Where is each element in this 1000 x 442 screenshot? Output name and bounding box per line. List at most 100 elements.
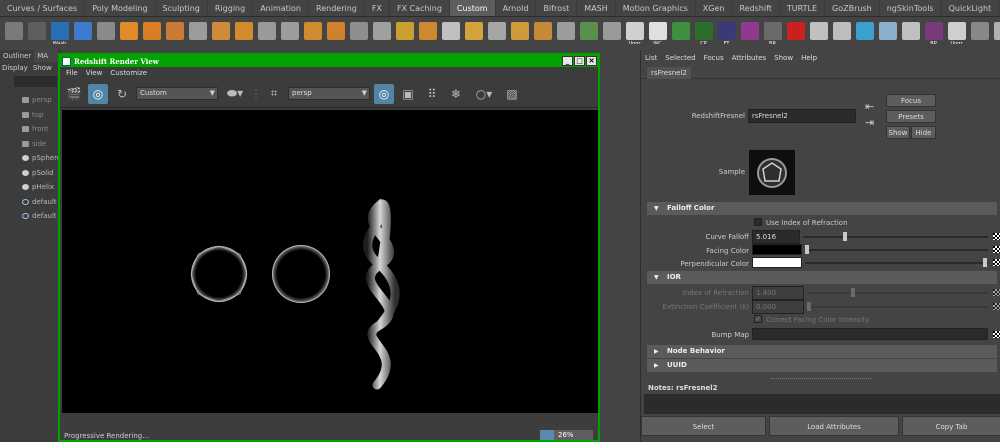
menu-customize[interactable]: Customize <box>110 67 147 80</box>
camera-icon[interactable]: ▣ <box>398 84 418 104</box>
map-button-icon[interactable] <box>993 259 1000 266</box>
uuid-section[interactable]: ▶ UUID <box>647 359 997 372</box>
camera-select[interactable]: persp ▼ <box>288 87 370 100</box>
curve-falloff-field[interactable]: 5.016 <box>752 230 800 244</box>
shelf-tab-curves-surfaces[interactable]: Curves / Surfaces <box>0 0 86 16</box>
presets-button[interactable]: Presets <box>886 110 936 123</box>
frames-icon[interactable] <box>602 21 621 40</box>
molecule-icon[interactable] <box>188 21 207 40</box>
ior-slider-knob[interactable] <box>851 288 856 297</box>
menu-file[interactable]: File <box>66 67 78 80</box>
menu-show[interactable]: Show <box>33 62 52 74</box>
shelf-tab-bifrost[interactable]: Bifrost <box>536 0 578 16</box>
map-button-icon[interactable] <box>993 331 1000 338</box>
checker-icon[interactable] <box>671 21 690 40</box>
ungroup-icon[interactable]: Ungr <box>625 21 644 44</box>
outliner-item[interactable]: top <box>0 108 59 123</box>
focus-button[interactable]: Focus <box>886 94 936 107</box>
polygon-icon[interactable] <box>257 21 276 40</box>
map-button-icon[interactable] <box>993 303 1000 310</box>
outliner-item[interactable]: side <box>0 137 59 152</box>
ipr-toggle-icon[interactable]: ◎ <box>374 83 394 104</box>
deformer-icon[interactable] <box>579 21 598 40</box>
joint-icon[interactable] <box>418 21 437 40</box>
menu-display[interactable]: Display <box>2 62 28 74</box>
red-cube-icon[interactable] <box>786 21 805 40</box>
list-icon[interactable] <box>993 21 1000 40</box>
falloff-color-section[interactable]: ▼ Falloff Color <box>647 202 997 215</box>
use-ior-checkbox[interactable] <box>754 218 762 226</box>
ungroup-2-icon[interactable]: Ungr <box>947 21 966 44</box>
wash-icon[interactable]: Wash <box>50 21 69 44</box>
cp-icon[interactable]: CP <box>694 21 713 44</box>
bump-map-field[interactable] <box>752 328 988 340</box>
shelf-tab-animation[interactable]: Animation <box>253 0 309 16</box>
minimize-button[interactable]: _ <box>562 56 573 66</box>
shelf-tab-custom[interactable]: Custom <box>449 0 496 16</box>
menu-selected[interactable]: Selected <box>665 50 695 67</box>
menu-view[interactable]: View <box>86 67 103 80</box>
square-icon[interactable] <box>556 21 575 40</box>
menu-show[interactable]: Show <box>774 50 793 67</box>
load-attributes-button[interactable]: Load Attributes <box>769 416 899 436</box>
shelf-tab-rendering[interactable]: Rendering <box>309 0 365 16</box>
image-icon[interactable]: ▨ <box>502 84 522 104</box>
pattern-icon[interactable] <box>740 21 759 40</box>
rig-icon[interactable] <box>464 21 483 40</box>
network-icon[interactable] <box>96 21 115 40</box>
shelf-tab-redshift[interactable]: Redshift <box>732 0 780 16</box>
bp-icon[interactable]: BP <box>924 21 943 44</box>
curve-tool-icon[interactable] <box>372 21 391 40</box>
orange-cube-icon[interactable] <box>119 21 138 40</box>
shelf-tab-motion-graphics[interactable]: Motion Graphics <box>616 0 696 16</box>
input-connections-icon[interactable]: ⇤ <box>865 100 874 113</box>
facing-color-slider-knob[interactable] <box>805 245 809 254</box>
s-curve-icon[interactable] <box>878 21 897 40</box>
shelf-tab-arnold[interactable]: Arnold <box>496 0 537 16</box>
outliner-item[interactable]: persp <box>0 93 59 108</box>
select-button[interactable]: Select <box>641 416 766 436</box>
outliner-search-input[interactable] <box>14 76 57 87</box>
correct-facing-checkbox[interactable]: ✓ <box>754 315 762 323</box>
map-button-icon[interactable] <box>993 246 1000 253</box>
render-canvas[interactable] <box>62 110 598 413</box>
perpendicular-color-swatch[interactable] <box>752 257 802 268</box>
cubes-icon[interactable] <box>303 21 322 40</box>
show-button[interactable]: Show <box>886 126 910 139</box>
dots-icon[interactable] <box>349 21 368 40</box>
layers-icon[interactable] <box>234 21 253 40</box>
shelf-tab-poly-modeling[interactable]: Poly Modeling <box>85 0 156 16</box>
outliner-item[interactable]: default <box>0 195 59 210</box>
menu-attributes[interactable]: Attributes <box>732 50 767 67</box>
node-behavior-section[interactable]: ▶ Node Behavior <box>647 345 997 358</box>
map-button-icon[interactable] <box>993 289 1000 296</box>
nurbs-curve-icon[interactable] <box>4 21 23 40</box>
shelf-tab-turtle[interactable]: TURTLE <box>780 0 826 16</box>
circle-select-icon[interactable]: ○▾ <box>470 84 498 104</box>
checker-2-icon[interactable] <box>832 21 851 40</box>
grid-icon[interactable]: ⠿ <box>422 84 442 104</box>
facing-color-swatch[interactable] <box>752 244 802 255</box>
maya-m-icon[interactable] <box>27 21 46 40</box>
ior-field[interactable]: 1.400 <box>752 286 804 300</box>
menu-focus[interactable]: Focus <box>704 50 724 67</box>
hide-button[interactable]: Hide <box>911 126 936 139</box>
extinction-field[interactable]: 0.000 <box>752 300 804 314</box>
outliner-item[interactable]: default <box>0 209 59 224</box>
menu-help[interactable]: Help <box>801 50 817 67</box>
bars-icon[interactable] <box>855 21 874 40</box>
blue-cube-icon[interactable] <box>73 21 92 40</box>
outliner-item[interactable]: pHelix <box>0 180 59 195</box>
pen-icon[interactable] <box>280 21 299 40</box>
box-2-icon[interactable] <box>510 21 529 40</box>
square-outline-icon[interactable] <box>487 21 506 40</box>
shelf-tab-ngskintools[interactable]: ngSkinTools <box>880 0 942 16</box>
shelf-tab-gozbrush[interactable]: GoZBrush <box>825 0 880 16</box>
eye-wc-icon[interactable]: WC <box>648 21 667 44</box>
curve-falloff-slider-knob[interactable] <box>842 232 847 241</box>
ft-icon[interactable]: FT <box>717 21 736 44</box>
ipr-render-icon[interactable]: ◎ <box>88 83 108 104</box>
node-icon[interactable] <box>395 21 414 40</box>
shelf-tab-quicklight[interactable]: QuickLight <box>942 0 1000 16</box>
curve-falloff-slider[interactable] <box>803 236 988 238</box>
